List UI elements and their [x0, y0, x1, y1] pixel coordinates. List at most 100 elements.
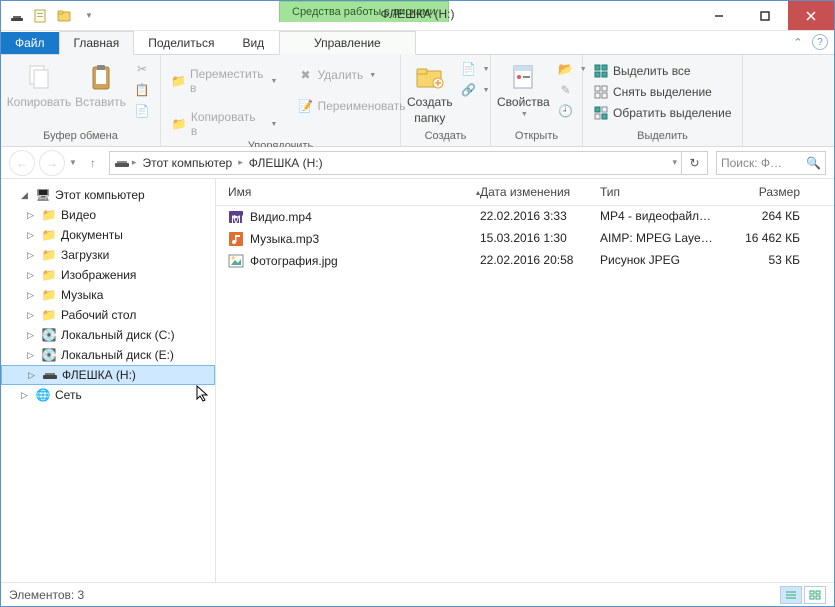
new-folder-button[interactable]: Создать папку [407, 57, 453, 125]
tree-flash-drive[interactable]: ▷ФЛЕШКА (H:) [1, 365, 215, 385]
navigation-tree[interactable]: ◢🖥Этот компьютер ▷📁Видео ▷📁Документы ▷📁З… [1, 179, 216, 582]
file-list: Имя▴ Дата изменения Тип Размер MP4Видио.… [216, 179, 834, 582]
column-headers: Имя▴ Дата изменения Тип Размер [216, 179, 834, 206]
invert-selection-button[interactable]: Обратить выделение [589, 103, 736, 123]
close-button[interactable] [788, 1, 834, 30]
app-icon [7, 6, 27, 26]
tab-view[interactable]: Вид [228, 32, 278, 54]
tree-pictures[interactable]: ▷📁Изображения [1, 265, 215, 285]
tree-music[interactable]: ▷📁Музыка [1, 285, 215, 305]
qat-properties-icon[interactable] [31, 6, 51, 26]
file-size: 53 КБ [728, 253, 800, 269]
tab-share[interactable]: Поделиться [134, 32, 228, 54]
copy-icon [23, 61, 55, 93]
file-type-icon [228, 231, 244, 247]
select-all-icon [593, 63, 609, 79]
up-button[interactable]: ↑ [81, 151, 105, 175]
properties-button[interactable]: Свойства ▼ [497, 57, 550, 118]
tree-this-pc[interactable]: ◢🖥Этот компьютер [1, 185, 215, 205]
file-row[interactable]: MP4Видио.mp422.02.2016 3:33MP4 - видеофа… [216, 206, 834, 228]
delete-button[interactable]: ✖Удалить▼ [293, 65, 409, 85]
paste-shortcut-small-button[interactable]: 📄 [130, 101, 154, 121]
refresh-button[interactable]: ↻ [682, 151, 708, 175]
tab-manage[interactable]: Управление [279, 31, 416, 55]
details-view-button[interactable] [780, 586, 802, 604]
file-size: 264 КБ [728, 209, 800, 225]
maximize-button[interactable] [742, 1, 788, 30]
copy-path-small-button[interactable]: 📋 [130, 80, 154, 100]
recent-locations-dropdown[interactable]: ▼ [69, 158, 77, 167]
paste-button[interactable]: Вставить [75, 57, 126, 109]
quick-access-toolbar: ▼ [1, 1, 105, 30]
open-icon: 📂 [558, 61, 574, 77]
address-bar-row: ← → ▼ ↑ ▸ Этот компьютер ▸ ФЛЕШКА (H:) ▾… [1, 147, 834, 179]
easy-access-small-button[interactable]: 🔗▼ [457, 80, 494, 100]
tree-disk-e[interactable]: ▷💽Локальный диск (E:) [1, 345, 215, 365]
ribbon-group-new: Создать папку 📄▼ 🔗▼ Создать [401, 55, 491, 146]
tab-home[interactable]: Главная [59, 31, 135, 55]
title-bar: ▼ Средства работы с дисками ФЛЕШКА (H:) [1, 1, 834, 31]
select-all-button[interactable]: Выделить все [589, 61, 736, 81]
search-input[interactable]: Поиск: Ф… 🔍 [716, 151, 826, 175]
new-folder-icon [414, 61, 446, 93]
breadcrumb-bar[interactable]: ▸ Этот компьютер ▸ ФЛЕШКА (H:) ▾ [109, 151, 682, 175]
file-date: 22.02.2016 20:58 [480, 253, 600, 269]
file-type-icon [228, 253, 244, 269]
disk-icon: 💽 [41, 347, 57, 363]
tree-downloads[interactable]: ▷📁Загрузки [1, 245, 215, 265]
copy-button[interactable]: Копировать [7, 57, 71, 109]
column-name[interactable]: Имя▴ [220, 185, 480, 199]
minimize-button[interactable] [696, 1, 742, 30]
svg-text:MP4: MP4 [231, 213, 244, 225]
file-type-icon: MP4 [228, 209, 244, 225]
tree-videos[interactable]: ▷📁Видео [1, 205, 215, 225]
new-item-icon: 📄 [461, 61, 477, 77]
ribbon-group-open: Свойства ▼ 📂▼ ✎ 🕘 Открыть [491, 55, 583, 146]
rename-button[interactable]: 📝Переименовать [293, 96, 409, 116]
copy-path-icon: 📋 [134, 82, 150, 98]
move-to-button[interactable]: 📁Переместить в▼ [167, 65, 281, 97]
paste-shortcut-icon: 📄 [134, 103, 150, 119]
file-row[interactable]: Фотография.jpg22.02.2016 20:58Рисунок JP… [216, 250, 834, 272]
minimize-ribbon-icon[interactable]: ⌃ [790, 34, 806, 50]
properties-icon [507, 61, 539, 93]
qat-dropdown-icon[interactable]: ▼ [79, 6, 99, 26]
tab-file[interactable]: Файл [1, 32, 59, 54]
folder-icon: 📁 [41, 207, 57, 223]
select-none-icon [593, 84, 609, 100]
history-icon: 🕘 [558, 103, 574, 119]
invert-selection-icon [593, 105, 609, 121]
column-date[interactable]: Дата изменения [480, 185, 600, 199]
file-size: 16 462 КБ [728, 231, 800, 247]
column-type[interactable]: Тип [600, 185, 728, 199]
rename-icon: 📝 [297, 98, 313, 114]
breadcrumb-drive[interactable]: ФЛЕШКА (H:) [245, 154, 327, 172]
tree-documents[interactable]: ▷📁Документы [1, 225, 215, 245]
folder-icon: 📁 [41, 307, 57, 323]
cut-small-button[interactable]: ✂ [130, 59, 154, 79]
copy-to-icon: 📁 [171, 116, 187, 132]
tree-disk-c[interactable]: ▷💽Локальный диск (C:) [1, 325, 215, 345]
qat-newfolder-icon[interactable] [55, 6, 75, 26]
file-type: Рисунок JPEG [600, 253, 728, 269]
tree-network[interactable]: ▷🌐Сеть [1, 385, 215, 405]
help-icon[interactable]: ? [812, 34, 828, 50]
computer-icon: 🖥 [35, 187, 51, 203]
column-size[interactable]: Размер [728, 185, 800, 199]
folder-icon: 📁 [41, 247, 57, 263]
edit-icon: ✎ [558, 82, 574, 98]
tree-desktop[interactable]: ▷📁Рабочий стол [1, 305, 215, 325]
ribbon-tabs: Файл Главная Поделиться Вид Управление ⌃… [1, 31, 834, 55]
select-none-button[interactable]: Снять выделение [589, 82, 736, 102]
window-title: ФЛЕШКА (H:) [381, 7, 455, 21]
new-item-small-button[interactable]: 📄▼ [457, 59, 494, 79]
large-icons-view-button[interactable] [804, 586, 826, 604]
usb-drive-icon [42, 367, 58, 383]
copy-to-button[interactable]: 📁Копировать в▼ [167, 108, 281, 140]
file-row[interactable]: Музыка.mp315.03.2016 1:30AIMP: MPEG Laye… [216, 228, 834, 250]
breadcrumb-this-pc[interactable]: Этот компьютер [138, 154, 236, 172]
forward-button[interactable]: → [39, 150, 65, 176]
disk-icon: 💽 [41, 327, 57, 343]
back-button[interactable]: ← [9, 150, 35, 176]
easy-access-icon: 🔗 [461, 82, 477, 98]
